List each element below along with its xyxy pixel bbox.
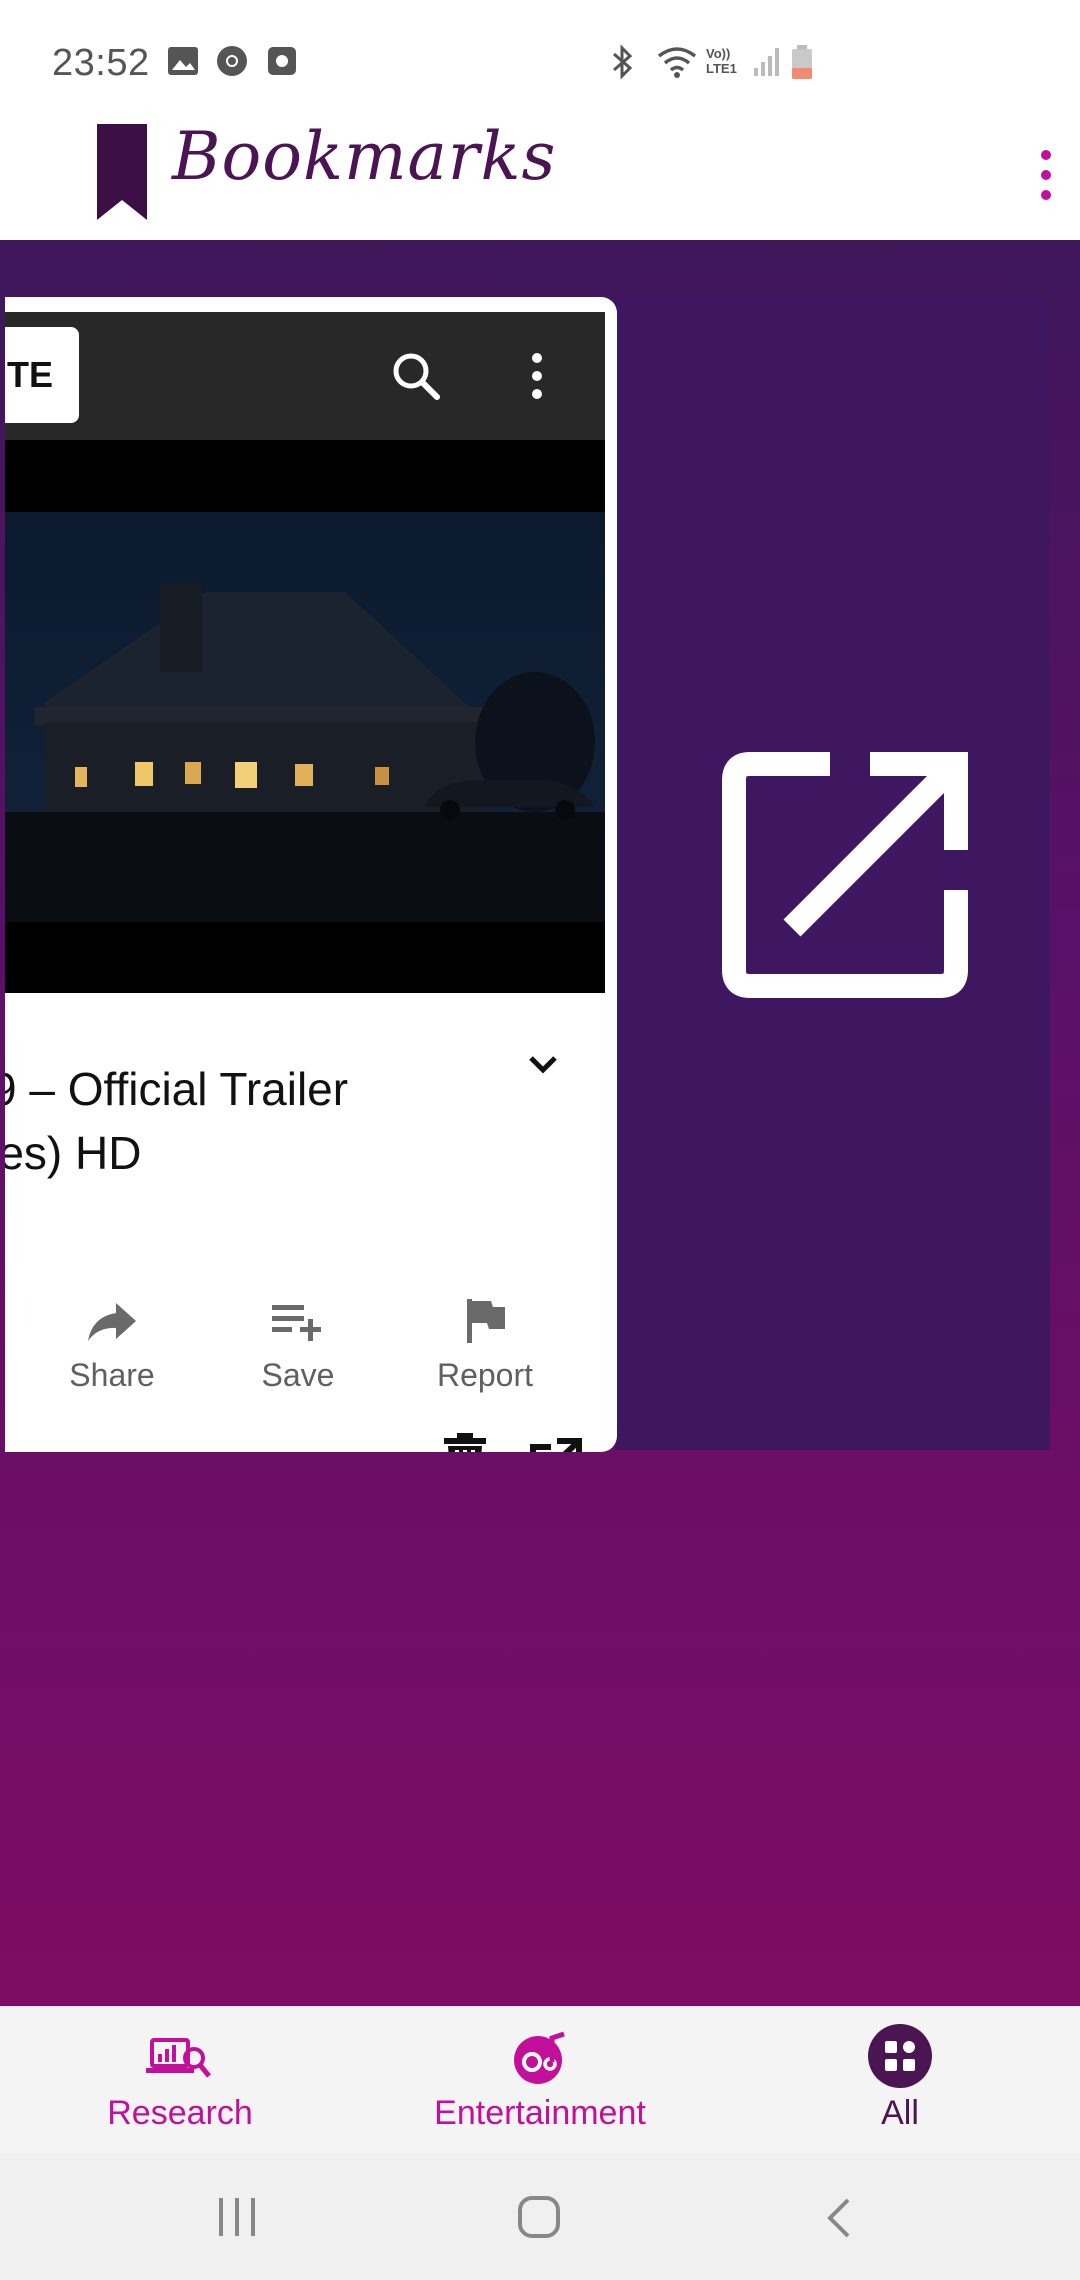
- save-button[interactable]: Save: [243, 1297, 353, 1394]
- video-site-header: [5, 312, 605, 440]
- status-bar: 23:52 Vo)) LTE1: [0, 0, 1080, 120]
- nav-entertainment-label: Entertainment: [434, 2094, 646, 2132]
- screen-recorder-icon: [268, 47, 296, 75]
- title-line-2: res) HD: [5, 1127, 142, 1179]
- save-label: Save: [261, 1357, 335, 1393]
- report-button[interactable]: Report: [425, 1297, 545, 1394]
- share-label: Share: [69, 1357, 155, 1393]
- network-type-label: Vo)) LTE1: [706, 46, 737, 76]
- chrome-icon: [217, 46, 247, 76]
- bookmark-logo-icon: [97, 124, 147, 220]
- house-night-scene-image: [5, 512, 605, 922]
- home-icon[interactable]: [516, 2194, 562, 2240]
- bookmark-card[interactable]: TE 9 – Official Trailer res) HD Share Sa…: [5, 297, 617, 1452]
- nav-all-label: All: [881, 2094, 919, 2132]
- overflow-menu-button[interactable]: [1024, 145, 1068, 205]
- video-menu-icon[interactable]: [525, 350, 549, 402]
- nav-research-label: Research: [107, 2094, 253, 2132]
- flag-icon: [467, 1299, 505, 1343]
- signal-icon: [754, 48, 779, 76]
- nav-all[interactable]: All: [800, 2006, 1000, 2154]
- battery-icon: [792, 45, 812, 79]
- playlist-add-icon: [272, 1305, 321, 1341]
- wifi-icon: [657, 47, 697, 78]
- open-external-icon[interactable]: [527, 1437, 583, 1452]
- bookmarks-pager: TE 9 – Official Trailer res) HD Share Sa…: [0, 240, 1080, 2006]
- report-label: Report: [436, 1357, 534, 1393]
- research-icon: [146, 2038, 211, 2078]
- gallery-icon: [168, 47, 198, 75]
- grid-icon: [868, 2024, 932, 2088]
- app-title: Bookmarks: [172, 118, 557, 195]
- nav-research[interactable]: Research: [60, 2006, 300, 2154]
- chevron-down-icon[interactable]: [521, 1042, 565, 1086]
- recent-apps-icon[interactable]: [215, 2196, 259, 2238]
- video-thumbnail[interactable]: [5, 440, 605, 993]
- delete-icon[interactable]: [442, 1432, 488, 1452]
- system-navigation-bar: [0, 2154, 1080, 2280]
- bottom-navigation: Research Entertainment All: [0, 2006, 1080, 2154]
- share-icon: [88, 1303, 136, 1341]
- back-icon[interactable]: [822, 2196, 856, 2240]
- music-icon: [514, 2031, 565, 2084]
- open-in-new-large-icon[interactable]: [720, 750, 970, 1000]
- video-badge: TE: [5, 327, 79, 423]
- share-button[interactable]: Share: [57, 1297, 167, 1394]
- bookmark-title: 9 – Official Trailer res) HD: [5, 1057, 525, 1313]
- bluetooth-icon: [613, 44, 633, 80]
- search-icon[interactable]: [390, 350, 442, 402]
- title-line-1: 9 – Official Trailer: [5, 1063, 349, 1115]
- nav-entertainment[interactable]: Entertainment: [400, 2006, 680, 2154]
- status-time: 23:52: [52, 42, 150, 84]
